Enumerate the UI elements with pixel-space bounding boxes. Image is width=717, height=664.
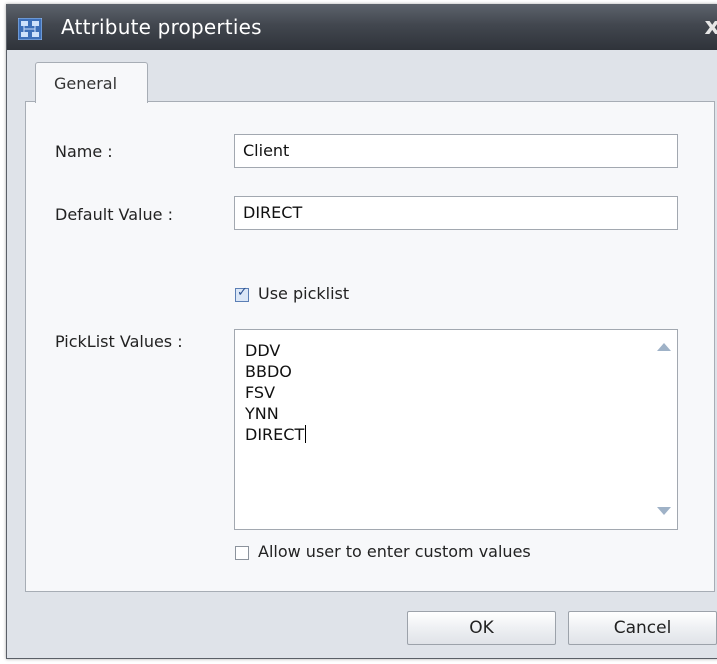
use-picklist-checkbox[interactable]: ✓ bbox=[235, 285, 249, 302]
list-item: FSV bbox=[245, 383, 276, 402]
text-caret bbox=[305, 425, 307, 443]
ok-button[interactable]: OK bbox=[407, 611, 556, 645]
scroll-up-icon[interactable] bbox=[657, 343, 671, 351]
tab-general-label: General bbox=[54, 74, 118, 93]
name-label: Name : bbox=[55, 142, 113, 161]
list-item: YNN bbox=[245, 404, 279, 423]
default-value-input[interactable]: DIRECT bbox=[234, 196, 678, 230]
tab-general[interactable]: General bbox=[35, 62, 148, 103]
use-picklist-label[interactable]: Use picklist bbox=[258, 284, 349, 303]
default-value-label: Default Value : bbox=[55, 205, 173, 224]
window-title: Attribute properties bbox=[61, 15, 262, 39]
general-panel: Name : Client Default Value : DIRECT ✓ U… bbox=[25, 101, 715, 592]
dialog-window: Attribute properties x General Name : Cl… bbox=[6, 4, 717, 659]
picklist-values-label: PickList Values : bbox=[55, 332, 183, 351]
list-item: DDV bbox=[245, 341, 281, 360]
list-item: BBDO bbox=[245, 362, 292, 381]
picklist-values-textarea[interactable]: DDV BBDO FSV YNN DIRECT bbox=[234, 329, 678, 530]
close-icon[interactable]: x bbox=[705, 12, 717, 40]
allow-custom-values-checkbox[interactable] bbox=[235, 546, 249, 560]
scroll-down-icon[interactable] bbox=[657, 507, 671, 515]
org-chart-icon bbox=[18, 18, 42, 40]
list-item: DIRECT bbox=[245, 425, 305, 444]
allow-custom-values-label[interactable]: Allow user to enter custom values bbox=[258, 542, 531, 561]
scrollbar[interactable] bbox=[651, 330, 677, 529]
list-item-last: DIRECT bbox=[245, 424, 307, 445]
title-bar[interactable]: Attribute properties x bbox=[7, 4, 717, 50]
checkmark-icon: ✓ bbox=[237, 285, 248, 300]
cancel-button[interactable]: Cancel bbox=[568, 611, 717, 645]
picklist-values-list: DDV BBDO FSV YNN DIRECT bbox=[245, 340, 307, 445]
name-input[interactable]: Client bbox=[234, 134, 678, 168]
